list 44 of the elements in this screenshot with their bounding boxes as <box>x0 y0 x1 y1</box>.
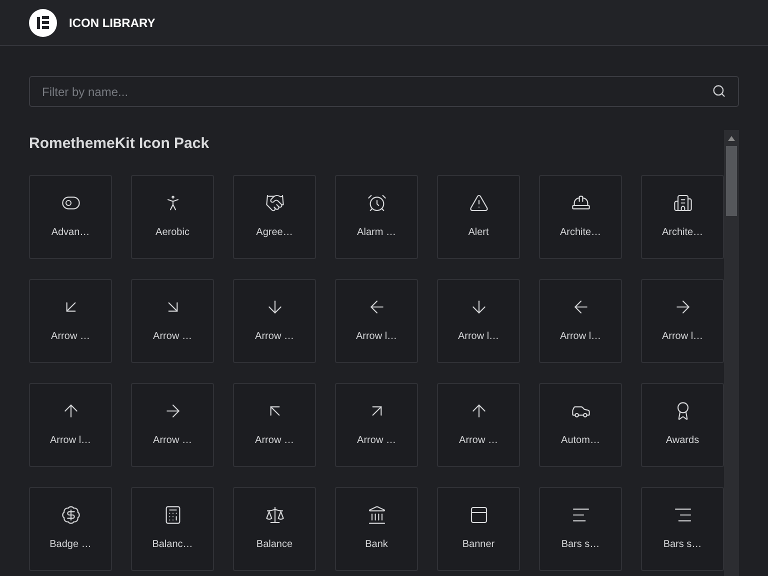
icon-tile[interactable]: Arrow l… <box>539 278 622 362</box>
scale-icon <box>264 505 284 525</box>
alarm-clock-icon <box>366 193 386 213</box>
search-icon[interactable] <box>712 84 726 98</box>
scrollbar[interactable] <box>724 130 739 576</box>
icon-tile[interactable]: Arrow … <box>131 278 214 362</box>
icon-tile[interactable]: Arrow … <box>29 278 112 362</box>
search-field[interactable]: Filter by name... <box>29 76 739 107</box>
warning-icon <box>468 193 488 213</box>
icon-tile[interactable]: Bars s… <box>641 486 724 570</box>
dollar-badge-icon <box>60 505 80 525</box>
icon-tile[interactable]: Aerobic <box>131 174 214 258</box>
icon-tile[interactable]: Balance <box>233 486 316 570</box>
icon-tile[interactable]: Arrow l… <box>335 278 418 362</box>
icon-tile[interactable]: Autom… <box>539 382 622 466</box>
icon-tile[interactable]: Arrow … <box>233 278 316 362</box>
icon-tile[interactable]: Alarm … <box>335 174 418 258</box>
scrollbar-thumb[interactable] <box>726 146 737 216</box>
icon-tile[interactable]: Arrow l… <box>437 278 520 362</box>
icon-tile[interactable]: Bars s… <box>539 486 622 570</box>
icon-tile[interactable]: Arrow … <box>131 382 214 466</box>
scroll-up-icon[interactable] <box>728 136 735 140</box>
icon-tile[interactable]: Banner <box>437 486 520 570</box>
icon-tile[interactable]: Arrow … <box>233 382 316 466</box>
window-title: ICON LIBRARY <box>69 14 156 32</box>
bank-icon <box>366 505 386 525</box>
icon-tile[interactable]: Awards <box>641 382 724 466</box>
icon-tile[interactable]: Badge … <box>29 486 112 570</box>
icon-tile[interactable]: Bank <box>335 486 418 570</box>
icon-tile[interactable]: Arrow l… <box>641 278 724 362</box>
icon-tile[interactable]: Alert <box>437 174 520 258</box>
icon-tile[interactable]: Agree… <box>233 174 316 258</box>
icon-tile[interactable]: Arrow … <box>437 382 520 466</box>
icon-tile[interactable]: Archite… <box>641 174 724 258</box>
section-title: RomethemeKit Icon Pack <box>29 134 210 154</box>
banner-icon <box>468 505 488 525</box>
icon-tile[interactable]: Arrow l… <box>29 382 112 466</box>
icon-tile[interactable]: Archite… <box>539 174 622 258</box>
building-icon <box>672 193 692 213</box>
handshake-icon <box>264 193 284 213</box>
logo-icon <box>29 8 57 36</box>
icon-tile[interactable]: Arrow … <box>335 382 418 466</box>
icon-tile[interactable]: Balanc… <box>131 486 214 570</box>
icon-tile[interactable]: Advan… <box>29 174 112 258</box>
